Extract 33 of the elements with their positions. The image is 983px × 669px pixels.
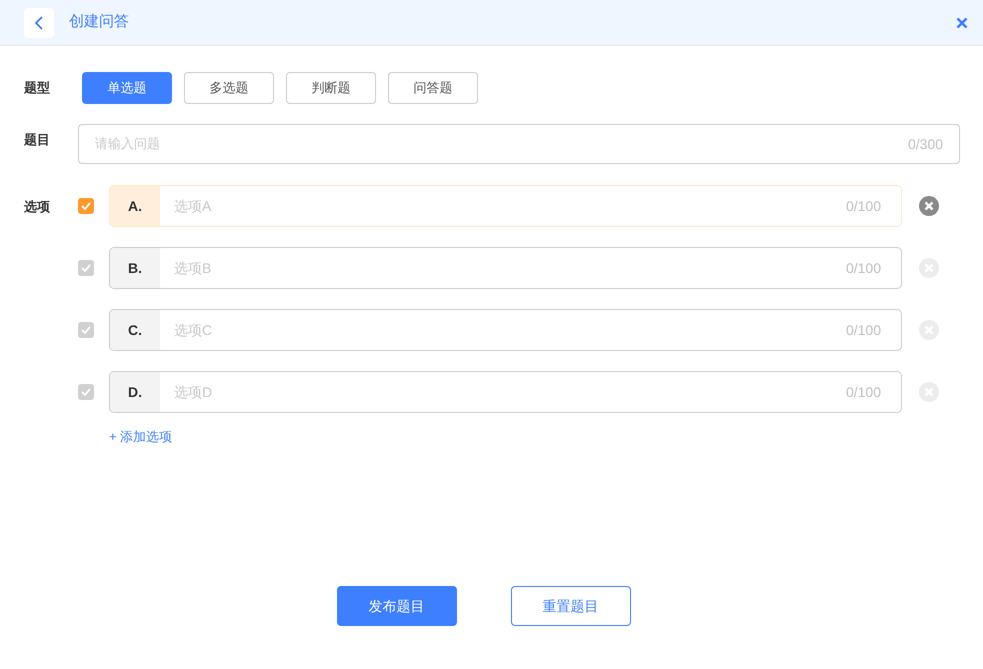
field-label: 题目 (24, 131, 51, 149)
add-option-link[interactable]: + 添加选项 (109, 427, 939, 446)
action-button[interactable]: 发布题目 (336, 586, 456, 626)
field-label: 选项 (24, 198, 51, 216)
question-type-tab[interactable]: 判断题 (286, 72, 376, 104)
back-button[interactable] (24, 8, 54, 38)
checkbox[interactable] (78, 260, 94, 276)
option-letter: D. (110, 372, 160, 412)
option-letter: C. (110, 310, 160, 350)
close-button[interactable] (955, 16, 969, 30)
checkbox[interactable] (78, 322, 94, 338)
char-counter: 0/100 (846, 258, 881, 278)
back-icon (35, 16, 43, 30)
char-counter: 0/100 (846, 382, 881, 402)
option-letter: A. (110, 186, 160, 226)
remove-icon[interactable] (919, 196, 939, 216)
check-icon (81, 202, 91, 210)
question-type-tab[interactable]: 问答题 (388, 72, 478, 104)
char-counter: 0/100 (846, 320, 881, 340)
check-icon (81, 388, 91, 396)
check-icon (81, 264, 91, 272)
check-icon (81, 326, 91, 334)
action-button[interactable]: 重置题目 (510, 586, 630, 626)
char-counter: 0/100 (846, 196, 881, 216)
question-type-tab[interactable]: 单选题 (82, 72, 172, 104)
char-counter: 0/300 (908, 134, 943, 154)
checkbox[interactable] (78, 198, 94, 214)
option-letter: B. (110, 248, 160, 288)
checkbox[interactable] (78, 384, 94, 400)
close-icon (956, 16, 968, 28)
field-label: 题型 (24, 79, 51, 98)
question-type-tab[interactable]: 多选题 (184, 72, 274, 104)
page-title: 创建问答 (69, 12, 129, 32)
